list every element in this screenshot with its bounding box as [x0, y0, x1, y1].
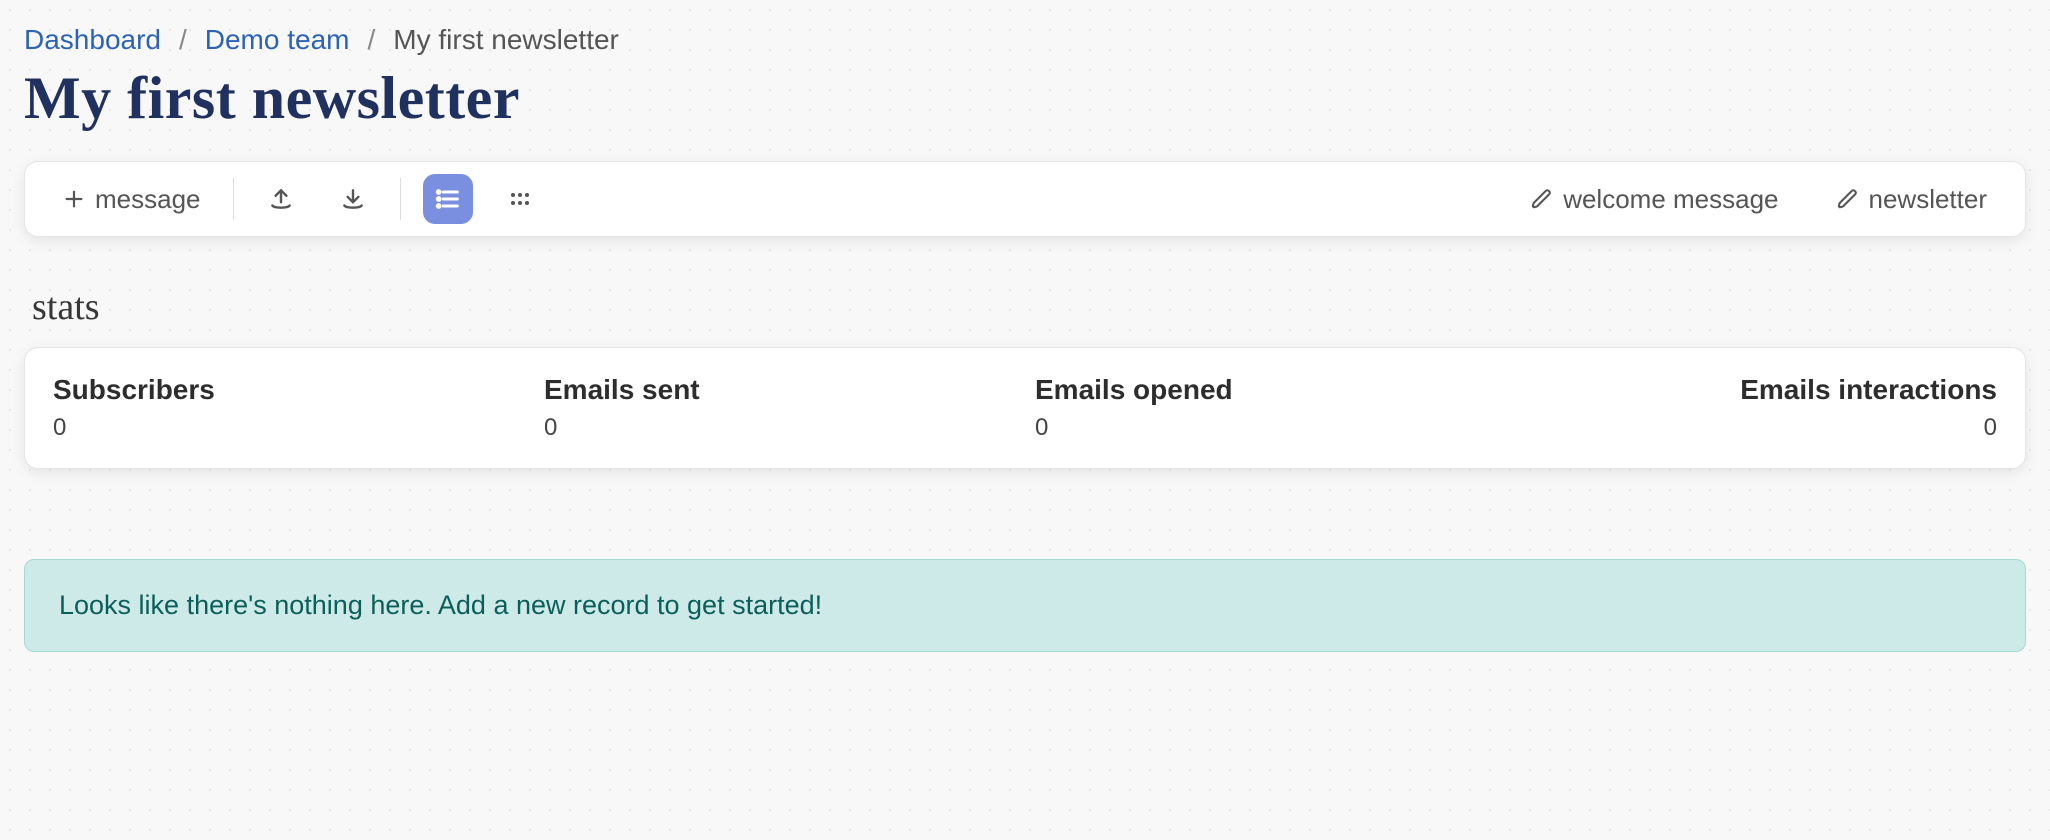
stats-heading: stats [32, 285, 2026, 329]
upload-button[interactable] [256, 174, 306, 224]
empty-state-text: Looks like there's nothing here. Add a n… [59, 590, 822, 620]
pencil-icon [1837, 188, 1859, 210]
stat-emails-sent: Emails sent 0 [544, 374, 1015, 442]
empty-state-banner: Looks like there's nothing here. Add a n… [24, 559, 2026, 652]
download-icon [340, 186, 366, 212]
stat-value: 0 [1035, 414, 1506, 442]
add-message-button[interactable]: message [53, 178, 211, 221]
toolbar: message [24, 161, 2026, 237]
breadcrumb-separator: / [179, 24, 187, 56]
breadcrumb-separator: / [367, 24, 375, 56]
list-icon [434, 185, 462, 213]
grid-icon [508, 187, 532, 211]
download-button[interactable] [328, 174, 378, 224]
stat-emails-opened: Emails opened 0 [1035, 374, 1506, 442]
edit-welcome-message-label: welcome message [1563, 184, 1778, 215]
edit-newsletter-button[interactable]: newsletter [1827, 178, 1998, 221]
stat-label: Emails opened [1035, 374, 1506, 406]
toolbar-divider [400, 178, 401, 220]
page-title: My first newsletter [24, 64, 2026, 133]
upload-icon [268, 186, 294, 212]
stats-card: Subscribers 0 Emails sent 0 Emails opene… [24, 347, 2026, 469]
stat-label: Emails interactions [1526, 374, 1997, 406]
edit-welcome-message-button[interactable]: welcome message [1521, 178, 1788, 221]
breadcrumb: Dashboard / Demo team / My first newslet… [24, 24, 2026, 56]
stat-label: Subscribers [53, 374, 524, 406]
toolbar-divider [233, 178, 234, 220]
list-view-button[interactable] [423, 174, 473, 224]
stat-emails-interactions: Emails interactions 0 [1526, 374, 1997, 442]
stat-label: Emails sent [544, 374, 1015, 406]
edit-newsletter-label: newsletter [1869, 184, 1988, 215]
pencil-icon [1531, 188, 1553, 210]
breadcrumb-dashboard[interactable]: Dashboard [24, 24, 161, 56]
stat-value: 0 [1526, 414, 1997, 442]
breadcrumb-current: My first newsletter [393, 24, 619, 56]
breadcrumb-team[interactable]: Demo team [205, 24, 350, 56]
stat-value: 0 [544, 414, 1015, 442]
stat-value: 0 [53, 414, 524, 442]
plus-icon [63, 188, 85, 210]
stat-subscribers: Subscribers 0 [53, 374, 524, 442]
add-message-label: message [95, 184, 201, 215]
grid-view-button[interactable] [495, 174, 545, 224]
